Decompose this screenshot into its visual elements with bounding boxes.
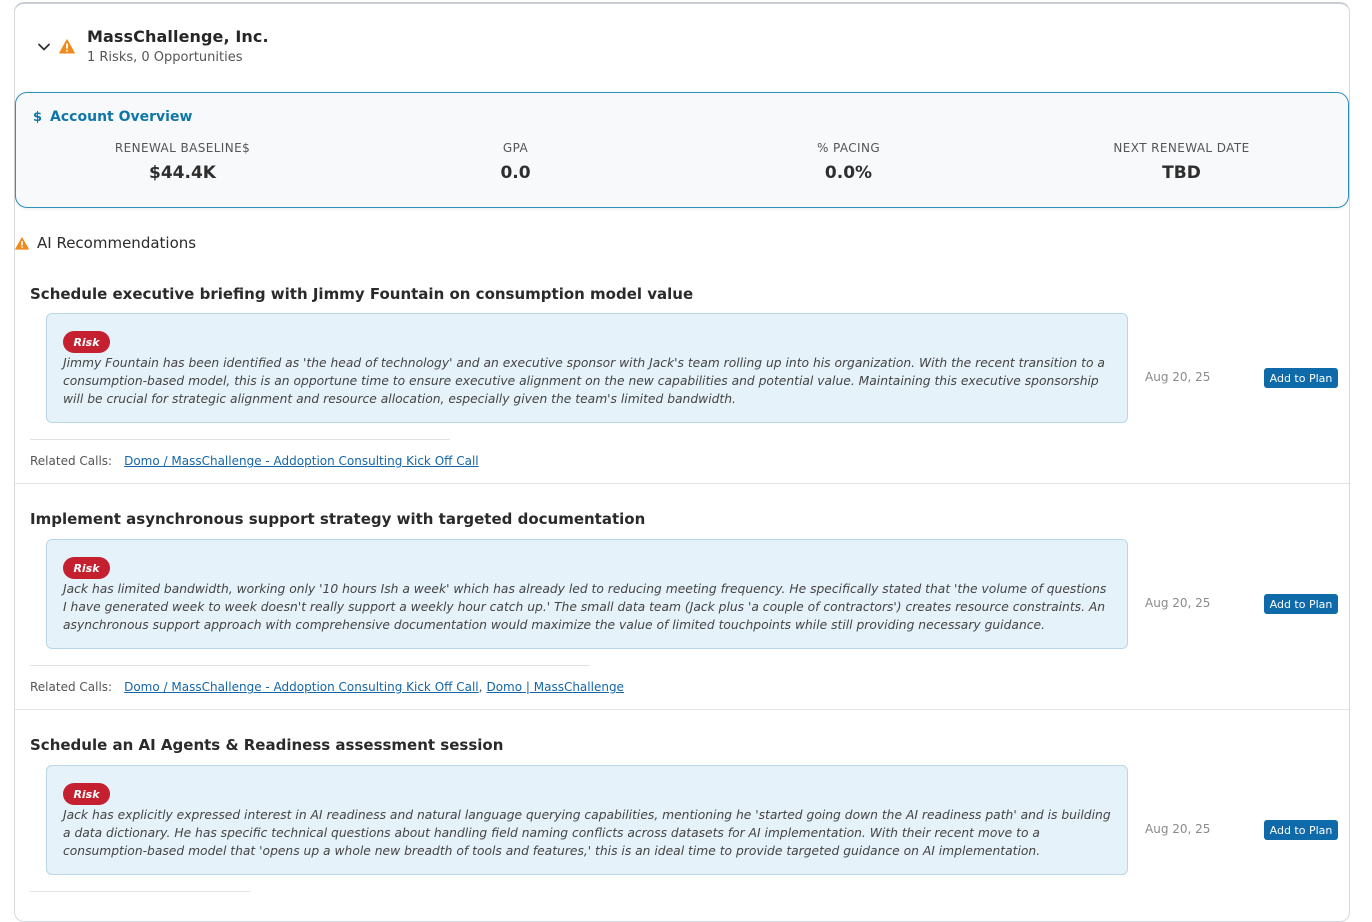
warning-icon [59, 39, 75, 54]
stat-value: 0.0 [500, 163, 531, 183]
overview-title-text: Account Overview [50, 109, 193, 125]
account-header[interactable]: MassChallenge, Inc. 1 Risks, 0 Opportuni… [37, 26, 269, 76]
stat-value: TBD [1162, 163, 1201, 183]
recommendation-title: Implement asynchronous support strategy … [30, 510, 646, 528]
chevron-down-icon[interactable] [37, 40, 51, 54]
stat-next-renewal-date: NEXT RENEWAL DATE TBD [1015, 141, 1348, 183]
stat-label: % PACING [816, 141, 881, 155]
dollar-icon: $ [33, 109, 43, 125]
related-calls: Related Calls: Domo / MassChallenge - Ad… [30, 680, 624, 694]
account-summary: 1 Risks, 0 Opportunities [87, 50, 243, 65]
divider [15, 483, 1349, 484]
divider [30, 665, 590, 666]
stat-value: 0.0% [824, 163, 873, 183]
recommendation-date: Aug 20, 25 [1145, 596, 1211, 610]
divider [30, 891, 250, 892]
recommendation-body: Jack has limited bandwidth, working only… [63, 582, 1107, 632]
add-to-plan-button[interactable]: Add to Plan [1264, 368, 1338, 388]
risk-badge: Risk [63, 783, 110, 805]
recommendation-title: Schedule an AI Agents & Readiness assess… [30, 736, 504, 754]
stat-gpa: GPA 0.0 [349, 141, 682, 183]
stat-pacing: % PACING 0.0% [682, 141, 1015, 183]
recommendation-detail-box: Risk Jack has explicitly expressed inter… [46, 765, 1128, 875]
ai-recommendations-header: AI Recommendations [15, 234, 196, 252]
recommendation-date: Aug 20, 25 [1145, 370, 1211, 384]
stat-value: $44.4K [149, 163, 216, 183]
add-to-plan-button[interactable]: Add to Plan [1264, 594, 1338, 614]
account-card: MassChallenge, Inc. 1 Risks, 0 Opportuni… [14, 2, 1350, 922]
stat-label: NEXT RENEWAL DATE [1113, 141, 1250, 155]
related-calls-label: Related Calls: [30, 454, 113, 468]
stat-renewal-baseline: RENEWAL BASELINE$ $44.4K [16, 141, 349, 183]
add-to-plan-button[interactable]: Add to Plan [1264, 820, 1338, 840]
related-calls-label: Related Calls: [30, 680, 113, 694]
warning-icon [15, 236, 29, 250]
account-name: MassChallenge, Inc. [87, 27, 269, 46]
recommendation-title: Schedule executive briefing with Jimmy F… [30, 285, 694, 303]
related-call-link[interactable]: Domo / MassChallenge - Addoption Consult… [124, 680, 479, 694]
account-overview-panel: $ Account Overview RENEWAL BASELINE$ $44… [15, 92, 1349, 208]
stat-label: RENEWAL BASELINE$ [114, 141, 251, 155]
ai-recommendations-title: AI Recommendations [37, 234, 197, 252]
related-calls: Related Calls: Domo / MassChallenge - Ad… [30, 454, 479, 468]
recommendation-detail-box: Risk Jimmy Fountain has been identified … [46, 313, 1128, 423]
recommendation-body: Jimmy Fountain has been identified as 't… [63, 356, 1105, 406]
call-separator: , [478, 680, 483, 694]
account-overview-title: $ Account Overview [33, 109, 192, 125]
related-call-link[interactable]: Domo / MassChallenge - Addoption Consult… [124, 454, 479, 468]
related-call-link[interactable]: Domo | MassChallenge [486, 680, 624, 694]
recommendation-detail-box: Risk Jack has limited bandwidth, working… [46, 539, 1128, 649]
risk-badge: Risk [63, 331, 110, 353]
risk-badge: Risk [63, 557, 110, 579]
divider [30, 439, 450, 440]
overview-stats: RENEWAL BASELINE$ $44.4K GPA 0.0 % PACIN… [16, 141, 1348, 183]
recommendation-date: Aug 20, 25 [1145, 822, 1211, 836]
divider [15, 709, 1349, 710]
recommendation-body: Jack has explicitly expressed interest i… [63, 808, 1111, 858]
stat-label: GPA [502, 141, 529, 155]
